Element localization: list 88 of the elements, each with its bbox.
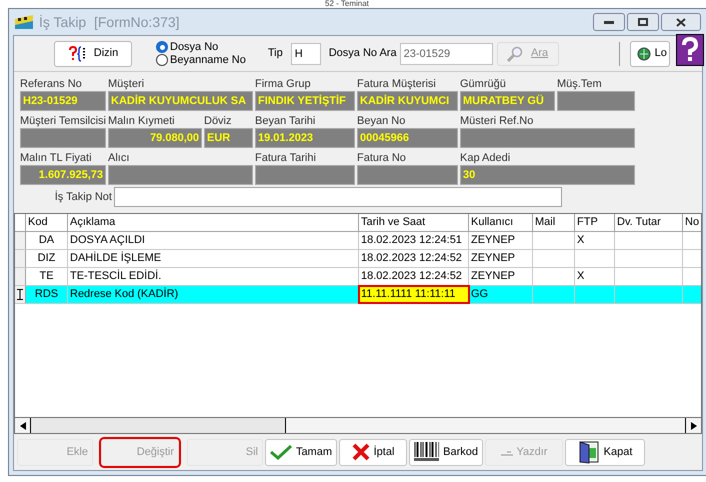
table-row[interactable]: RDS Redrese Kod (KADİR) 11.11.1111 11:11:11 GG [15, 286, 701, 304]
column-header[interactable]: Mail [533, 214, 575, 231]
search-icon [507, 46, 524, 62]
table-cell: DIZ [26, 250, 68, 267]
note-field[interactable] [114, 187, 562, 207]
table-cell: 18.02.2023 12:24:51 [359, 232, 469, 249]
column-header[interactable]: Dv. Tutar [615, 214, 683, 231]
field-label: Fatura No [357, 151, 407, 165]
field-label: Malın Kıymeti [108, 114, 176, 128]
table-cell: 11.11.1111 11:11:11 [359, 286, 469, 303]
tip-field[interactable]: H [290, 42, 321, 64]
minimize-icon [604, 20, 614, 24]
field-value: H23-01529 [20, 91, 106, 111]
table-cell: 18.02.2023 12:24:52 [359, 250, 469, 267]
table-cell: X [575, 232, 615, 249]
table-row[interactable]: TE TE-TESCİL EDİDİ. 18.02.2023 12:24:52 ZEYNEP X [15, 268, 701, 286]
field-value: KADİR KUYUMCI [357, 91, 458, 111]
field-label: Alıcı [108, 151, 130, 165]
field-label: Fatura Müşterisi [357, 77, 437, 91]
table-row[interactable]: DIZ DAHİLDE İŞLEME 18.02.2023 12:24:52 ZEYNEP [15, 250, 701, 268]
table-cell: ZEYNEP [469, 232, 533, 249]
column-header[interactable]: No [683, 214, 701, 231]
help-icon[interactable] [676, 34, 704, 66]
action-button[interactable]: Kapat [565, 438, 645, 466]
field-value: 30 [460, 165, 635, 185]
action-button[interactable]: Barkod [409, 438, 483, 466]
field-value: MURATBEY GÜ [460, 91, 555, 111]
action-button[interactable]: İptal [339, 438, 407, 466]
field-label: Referans No [20, 77, 83, 91]
field-value: EUR [204, 128, 253, 148]
file-search-label: Dosya No Ara [328, 46, 397, 62]
field-label: Müsteri Ref.No [460, 114, 534, 128]
column-header[interactable]: Kod [26, 214, 68, 231]
column-header[interactable]: Kullanıcı [469, 214, 533, 231]
field-label: Müşteri Temsilcisi [20, 114, 106, 128]
table-row[interactable]: DA DOSYA AÇILDI 18.02.2023 12:24:51 ZEYNEP X [15, 232, 701, 250]
field-label: Fatura Tarihi [255, 151, 317, 165]
tip-label: Tip [268, 46, 283, 62]
window-title: İş Takip [FormNo:373] [39, 12, 180, 32]
table-cell: GG [469, 286, 533, 303]
horizontal-scrollbar[interactable] [15, 417, 701, 433]
field-label: Müş.Tem [557, 77, 603, 91]
table-cell: DA [26, 232, 68, 249]
field-value: 1.607.925,73 [20, 165, 106, 185]
minimize-button[interactable] [593, 13, 625, 31]
column-header[interactable]: Tarih ve Saat [359, 214, 469, 231]
field-label: Müşteri [108, 77, 146, 91]
field-label: Gümrüğü [460, 77, 507, 91]
field-label: Firma Grup [255, 77, 312, 91]
field-label: Döviz [204, 114, 233, 128]
text-cursor-icon [17, 289, 23, 300]
door-icon [578, 440, 600, 464]
index-button[interactable]: Dizin [54, 40, 132, 66]
file-search-field[interactable]: 23-01529 [400, 42, 493, 64]
barcode-icon [414, 442, 440, 462]
index-icon [68, 46, 86, 62]
field-value: 79.080,00 [108, 128, 202, 148]
field-label: Malın TL Fiyati [20, 151, 93, 165]
field-label: Beyan Tarihi [255, 114, 316, 128]
field-label: İş Takip Not [54, 190, 113, 205]
field-value: 19.01.2023 [255, 128, 355, 148]
scroll-thumb[interactable] [31, 418, 286, 433]
maximize-button[interactable] [627, 13, 659, 31]
app-icon [15, 15, 33, 29]
radio-option[interactable]: Dosya No [156, 40, 246, 54]
field-value: FINDIK YETİŞTİF [255, 91, 355, 111]
field-label: Kap Adedi [460, 151, 512, 165]
close-button[interactable] [661, 13, 701, 31]
table-cell: ZEYNEP [469, 250, 533, 267]
field-value: KADİR KUYUMCULUK SA [108, 91, 253, 111]
table-cell: RDS [26, 286, 68, 303]
table-cell: DOSYA AÇILDI [68, 232, 359, 249]
table-cell: TE [26, 268, 68, 285]
table-cell: X [575, 268, 615, 285]
maximize-icon [638, 18, 648, 26]
column-header[interactable]: Açıklama [68, 214, 359, 231]
action-button[interactable]: Tamam [265, 438, 337, 466]
checkmark-icon [270, 444, 292, 460]
cross-icon [352, 443, 370, 461]
column-header[interactable]: FTP [575, 214, 615, 231]
radio-option[interactable]: Beyanname No [156, 54, 246, 66]
row-indicator[interactable] [15, 286, 26, 303]
lock-button[interactable]: Lo [630, 40, 670, 66]
background-text: 52 - Teminat [325, 0, 369, 8]
table-cell: DAHİLDE İŞLEME [68, 250, 359, 267]
field-value: 00045966 [357, 128, 458, 148]
close-icon [676, 18, 686, 26]
field-label: Beyan No [357, 114, 406, 128]
